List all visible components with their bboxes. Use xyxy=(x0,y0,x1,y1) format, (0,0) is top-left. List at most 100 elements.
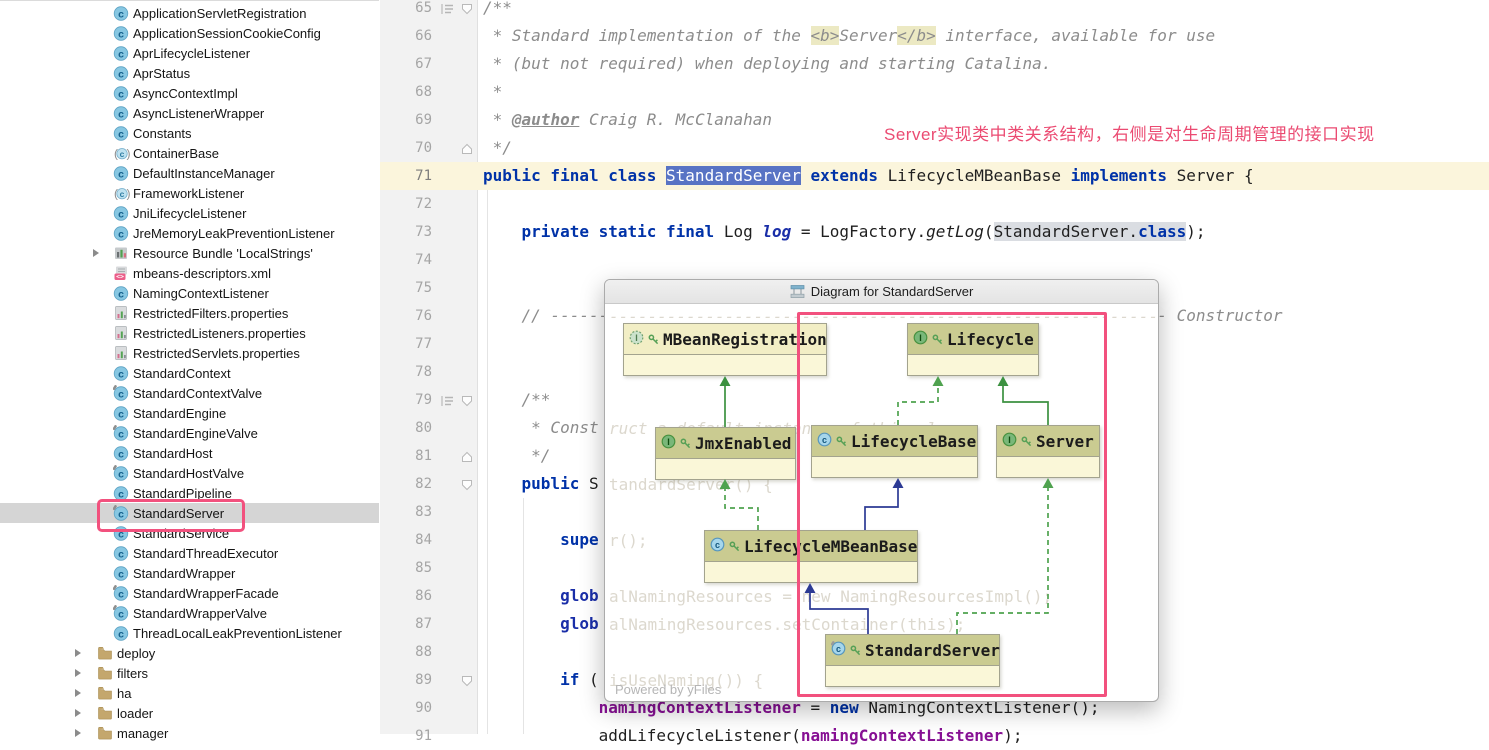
sidebar-item-standardwrapperfacade[interactable]: cStandardWrapperFacade xyxy=(0,583,379,603)
line-number[interactable]: 81 xyxy=(380,442,432,470)
sidebar-item-defaultinstancemanager[interactable]: cDefaultInstanceManager xyxy=(0,163,379,183)
diagram-node-lifecycle[interactable]: ILifecycle xyxy=(907,323,1039,376)
sidebar-item-aprlifecyclelistener[interactable]: cAprLifecycleListener xyxy=(0,43,379,63)
sidebar-item-restrictedlisteners-properties[interactable]: RestrictedListeners.properties xyxy=(0,323,379,343)
line-number[interactable]: 90 xyxy=(380,694,432,722)
sidebar-item-containerbase[interactable]: (c)ContainerBase xyxy=(0,143,379,163)
expand-arrow-icon[interactable] xyxy=(75,649,81,657)
sidebar-item-resource-bundle-localstrings-[interactable]: Resource Bundle 'LocalStrings' xyxy=(0,243,379,263)
diagram-node-server[interactable]: IServer xyxy=(996,425,1100,478)
sidebar-item-standardthreadexecutor[interactable]: cStandardThreadExecutor xyxy=(0,543,379,563)
sidebar-item-standardwrapper[interactable]: cStandardWrapper xyxy=(0,563,379,583)
fold-marker-icon[interactable] xyxy=(461,674,473,692)
sidebar-item-constants[interactable]: cConstants xyxy=(0,123,379,143)
code-line[interactable]: * Const xyxy=(483,414,599,442)
line-number[interactable]: 80 xyxy=(380,414,432,442)
diagram-node-standardserver[interactable]: cStandardServer xyxy=(825,634,1000,687)
sidebar-item-asynclistenerwrapper[interactable]: cAsyncListenerWrapper xyxy=(0,103,379,123)
fold-marker-icon[interactable] xyxy=(461,394,473,412)
sidebar-item-standardcontext[interactable]: cStandardContext xyxy=(0,363,379,383)
line-number[interactable]: 65 xyxy=(380,0,432,22)
line-number[interactable]: 84 xyxy=(380,526,432,554)
sidebar-item-frameworklistener[interactable]: (c)FrameworkListener xyxy=(0,183,379,203)
expand-arrow-icon[interactable] xyxy=(75,669,81,677)
sidebar-item-standardwrappervalve[interactable]: cStandardWrapperValve xyxy=(0,603,379,623)
code-line[interactable]: supe xyxy=(483,526,599,554)
sidebar-item-loader[interactable]: loader xyxy=(0,703,379,723)
code-line[interactable]: glob xyxy=(483,610,599,638)
code-line[interactable]: * Standard implementation of the <b>Serv… xyxy=(483,22,1215,50)
sidebar-item-deploy[interactable]: deploy xyxy=(0,643,379,663)
sidebar-item-applicationservletregistration[interactable]: cApplicationServletRegistration xyxy=(0,3,379,23)
sidebar-item-standardengine[interactable]: cStandardEngine xyxy=(0,403,379,423)
gutter-menu-icon[interactable] xyxy=(441,394,454,412)
diagram-node-mbeanregistration[interactable]: IMBeanRegistration xyxy=(623,323,827,376)
expand-arrow-icon[interactable] xyxy=(75,709,81,717)
line-number[interactable]: 89 xyxy=(380,666,432,694)
sidebar-item-filters[interactable]: filters xyxy=(0,663,379,683)
line-number[interactable]: 72 xyxy=(380,190,432,218)
code-line[interactable]: /** xyxy=(483,0,512,22)
code-line[interactable]: glob xyxy=(483,582,599,610)
code-line[interactable]: private static final Log log = LogFactor… xyxy=(483,218,1206,246)
sidebar-item-threadlocalleakpreventionlistener[interactable]: cThreadLocalLeakPreventionListener xyxy=(0,623,379,643)
sidebar-item-standardhost[interactable]: cStandardHost xyxy=(0,443,379,463)
sidebar-item-standardcontextvalve[interactable]: cStandardContextValve xyxy=(0,383,379,403)
sidebar-item-manager[interactable]: manager xyxy=(0,723,379,743)
sidebar-item-standardpipeline[interactable]: cStandardPipeline xyxy=(0,483,379,503)
line-number[interactable]: 68 xyxy=(380,78,432,106)
sidebar-item-aprstatus[interactable]: cAprStatus xyxy=(0,63,379,83)
line-number[interactable]: 91 xyxy=(380,722,432,750)
line-number[interactable]: 79 xyxy=(380,386,432,414)
fold-marker-icon[interactable] xyxy=(461,478,473,496)
code-line[interactable]: */ xyxy=(483,134,512,162)
line-number[interactable]: 77 xyxy=(380,330,432,358)
sidebar-item-jrememoryleakpreventionlistener[interactable]: cJreMemoryLeakPreventionListener xyxy=(0,223,379,243)
expand-arrow-icon[interactable] xyxy=(75,729,81,737)
sidebar-item-standardserver[interactable]: cStandardServer xyxy=(0,503,379,523)
fold-marker-icon[interactable] xyxy=(461,450,473,468)
line-number[interactable]: 87 xyxy=(380,610,432,638)
line-number[interactable]: 83 xyxy=(380,498,432,526)
diagram-popup[interactable]: Diagram for StandardServer -------------… xyxy=(604,279,1159,702)
line-number[interactable]: 73 xyxy=(380,218,432,246)
diagram-node-jmxenabled[interactable]: IJmxEnabled xyxy=(655,427,796,480)
code-line[interactable]: if ( xyxy=(483,666,599,694)
code-line[interactable]: * (but not required) when deploying and … xyxy=(483,50,1051,78)
sidebar-item-mbeans-descriptors-xml[interactable]: <>mbeans-descriptors.xml xyxy=(0,263,379,283)
line-number[interactable]: 69 xyxy=(380,106,432,134)
line-number[interactable]: 66 xyxy=(380,22,432,50)
diagram-node-lifecyclebase[interactable]: cLifecycleBase xyxy=(811,425,978,478)
sidebar-item-ha[interactable]: ha xyxy=(0,683,379,703)
sidebar-item-restrictedfilters-properties[interactable]: RestrictedFilters.properties xyxy=(0,303,379,323)
sidebar-item-restrictedservlets-properties[interactable]: RestrictedServlets.properties xyxy=(0,343,379,363)
diagram-node-lifecyclembeanbase[interactable]: cLifecycleMBeanBase xyxy=(704,530,918,583)
line-number[interactable]: 86 xyxy=(380,582,432,610)
sidebar-item-applicationsessioncookieconfig[interactable]: cApplicationSessionCookieConfig xyxy=(0,23,379,43)
code-line[interactable]: * xyxy=(483,78,502,106)
diagram-popup-titlebar[interactable]: Diagram for StandardServer xyxy=(605,280,1158,304)
line-number[interactable]: 85 xyxy=(380,554,432,582)
code-line[interactable]: public S xyxy=(483,470,599,498)
sidebar-item-jnilifecyclelistener[interactable]: cJniLifecycleListener xyxy=(0,203,379,223)
line-number[interactable]: 82 xyxy=(380,470,432,498)
sidebar-item-asynccontextimpl[interactable]: cAsyncContextImpl xyxy=(0,83,379,103)
fold-marker-icon[interactable] xyxy=(461,2,473,20)
sidebar-item-standardservice[interactable]: cStandardService xyxy=(0,523,379,543)
code-line[interactable]: */ xyxy=(483,442,550,470)
code-line[interactable]: * @author Craig R. McClanahan xyxy=(483,106,772,134)
code-line[interactable]: addLifecycleListener(namingContextListen… xyxy=(483,722,1022,750)
line-number[interactable]: 74 xyxy=(380,246,432,274)
line-number[interactable]: 75 xyxy=(380,274,432,302)
line-number[interactable]: 76 xyxy=(380,302,432,330)
code-line[interactable]: public final class StandardServer extend… xyxy=(483,162,1254,190)
sidebar-item-standardenginevalve[interactable]: cStandardEngineValve xyxy=(0,423,379,443)
line-number[interactable]: 71 xyxy=(380,162,432,190)
line-number[interactable]: 88 xyxy=(380,638,432,666)
line-number[interactable]: 70 xyxy=(380,134,432,162)
fold-marker-icon[interactable] xyxy=(461,142,473,160)
expand-arrow-icon[interactable] xyxy=(93,249,99,257)
line-number[interactable]: 67 xyxy=(380,50,432,78)
sidebar-item-namingcontextlistener[interactable]: cNamingContextListener xyxy=(0,283,379,303)
sidebar-item-standardhostvalve[interactable]: cStandardHostValve xyxy=(0,463,379,483)
